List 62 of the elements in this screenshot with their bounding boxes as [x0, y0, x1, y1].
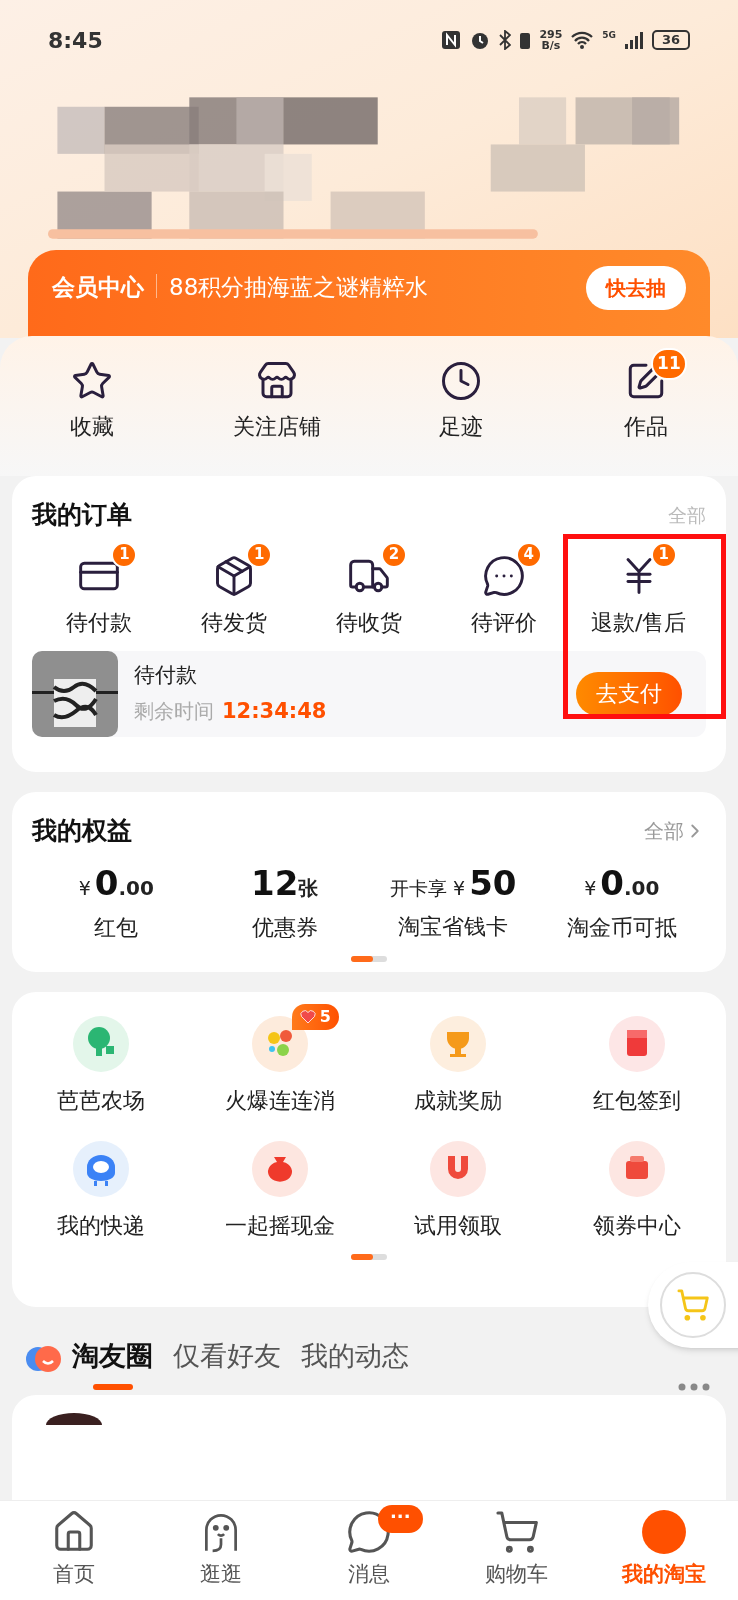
battery-indicator: 36: [652, 30, 690, 50]
speed-unit: B/s: [541, 40, 561, 51]
benefit-label: 红包: [94, 913, 139, 942]
benefit-item[interactable]: ¥0.00 红包: [32, 865, 201, 944]
order-status-item[interactable]: 4 待评价: [450, 537, 557, 639]
network-type: 5G: [602, 29, 616, 42]
count-badge: 1: [111, 541, 138, 568]
amount-prefix: ¥: [78, 875, 91, 901]
nav-tab[interactable]: 购物车: [442, 1509, 591, 1600]
amount-prefix: ¥: [584, 875, 597, 901]
count-badge: 4: [515, 541, 542, 568]
amount-prefix: 开卡享 ¥: [390, 875, 466, 901]
service-item[interactable]: 一起摇现金: [190, 1125, 369, 1242]
count-badge: 11: [651, 348, 687, 380]
service-item[interactable]: 成就奖励: [369, 1000, 548, 1117]
benefit-item[interactable]: ¥0.00 淘金币可抵: [537, 865, 706, 944]
pending-order-card[interactable]: 待付款 剩余时间 12:34:48 去支付: [32, 650, 706, 737]
network-speed: 295: [539, 29, 563, 40]
benefit-label: 淘金币可抵: [566, 913, 677, 942]
order-status-item[interactable]: 2 待收货: [316, 537, 422, 639]
order-status-item[interactable]: 1 待发货: [181, 537, 288, 639]
service-item[interactable]: 红包签到: [547, 1000, 726, 1117]
shortcut-item[interactable]: 关注店铺: [204, 348, 349, 476]
clock-time: 8:45: [48, 26, 103, 55]
lives-badge: 5: [291, 1004, 339, 1030]
section-title: 我的订单: [32, 499, 132, 531]
order-status-item[interactable]: 1 待付款: [46, 537, 153, 639]
pending-title: 待付款: [134, 662, 198, 689]
feed-tab[interactable]: 仅看好友: [173, 1323, 281, 1391]
message-badge: ···: [378, 1505, 423, 1533]
countdown-label: 剩余时间: [134, 698, 214, 726]
amount-suffix: .00: [623, 874, 660, 902]
amount-value: 0: [94, 865, 119, 900]
count-badge: 2: [381, 541, 407, 568]
service-item[interactable]: 领券中心: [547, 1125, 726, 1242]
count-badge: 1: [246, 541, 273, 568]
amount-value: 0: [600, 865, 624, 900]
count-badge: 1: [650, 541, 677, 568]
shortcut-item[interactable]: 11 作品: [595, 348, 696, 476]
feed-tab[interactable]: 淘友圈: [72, 1323, 153, 1391]
nav-tab[interactable]: 逛逛: [147, 1509, 296, 1600]
service-item[interactable]: 芭芭农场: [12, 1000, 191, 1117]
shortcut-item[interactable]: 足迹: [411, 348, 512, 476]
amount-value: 50: [469, 865, 517, 900]
feed-tab[interactable]: 我的动态: [301, 1323, 409, 1391]
benefit-label: 淘宝省钱卡: [398, 913, 509, 941]
benefit-item[interactable]: 12张 优惠券: [200, 865, 369, 944]
section-title: 我的权益: [32, 815, 132, 847]
benefit-label: 优惠券: [251, 913, 318, 942]
order-status-item[interactable]: 1 退款/售后: [570, 537, 707, 639]
amount-suffix: 张: [298, 875, 319, 902]
amount-suffix: .00: [118, 874, 154, 902]
service-item[interactable]: 我的快递: [12, 1125, 191, 1242]
banner-title: 会员中心: [52, 273, 144, 302]
service-item[interactable]: 试用领取: [369, 1125, 548, 1242]
benefit-item[interactable]: 开卡享 ¥50 淘宝省钱卡: [369, 865, 538, 944]
countdown-time: 12:34:48: [222, 697, 327, 725]
banner-text: 88积分抽海蓝之谜精粹水: [169, 273, 430, 302]
amount-value: 12: [251, 865, 299, 900]
shortcut-item[interactable]: 收藏: [42, 348, 143, 476]
service-item[interactable]: 5 火爆连连消: [190, 1000, 369, 1117]
nav-tab[interactable]: 首页: [0, 1509, 148, 1600]
